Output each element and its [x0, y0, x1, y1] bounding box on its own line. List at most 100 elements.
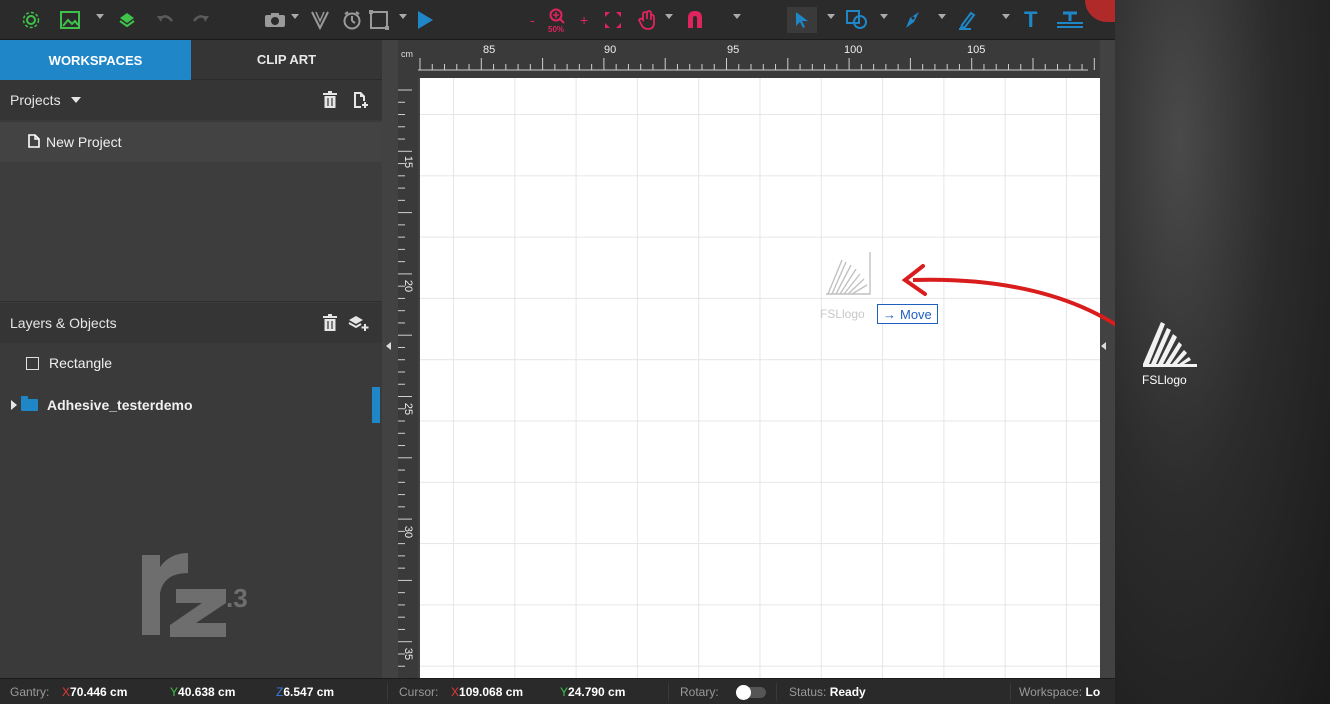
- chevron-down-icon[interactable]: [70, 97, 81, 103]
- divider: [776, 683, 777, 701]
- workspace-label: Workspace:: [1019, 685, 1083, 699]
- folder-icon: [21, 396, 38, 411]
- layers-stack-icon[interactable]: [118, 7, 136, 33]
- ruler-label: 15: [402, 155, 415, 169]
- pen-dropdown-caret[interactable]: [938, 14, 946, 19]
- draw-dropdown-caret[interactable]: [1002, 14, 1010, 19]
- cursor-x-label: X: [451, 685, 460, 699]
- gantry-z: Z6.547 cm: [276, 685, 334, 699]
- workspace-value: Lo: [1085, 685, 1101, 699]
- select-dropdown-caret[interactable]: [827, 14, 835, 19]
- projects-header[interactable]: Projects: [0, 80, 382, 120]
- project-item[interactable]: New Project: [0, 122, 382, 162]
- timer-icon[interactable]: [342, 7, 362, 33]
- fsl-logo-ghost: [820, 250, 876, 303]
- layer-group-item[interactable]: Adhesive_testerdemo: [0, 385, 382, 425]
- rotary-toggle[interactable]: [736, 685, 766, 700]
- ruler-label: 20: [402, 279, 415, 293]
- cursor-x: X109.068 cm: [451, 685, 523, 699]
- divider: [1010, 683, 1011, 701]
- expand-arrow-icon[interactable]: [11, 400, 17, 410]
- divider: [387, 683, 388, 701]
- design-canvas[interactable]: [420, 78, 1100, 678]
- gantry-x: X70.446 cm: [62, 685, 127, 699]
- pen-tool-icon[interactable]: [902, 7, 922, 33]
- desktop-icon-label: FSLlogo: [1142, 373, 1187, 387]
- cursor-y-label: Y: [560, 685, 569, 699]
- projects-list-area: [0, 162, 382, 302]
- ruler-label: 85: [483, 44, 496, 56]
- undo-icon[interactable]: [156, 7, 174, 33]
- image-icon[interactable]: [60, 7, 80, 33]
- cursor-y: Y24.790 cm: [560, 685, 625, 699]
- layer-item[interactable]: Rectangle: [0, 343, 382, 383]
- fit-screen-icon[interactable]: [603, 7, 623, 33]
- pan-hand-icon[interactable]: [638, 7, 656, 33]
- vectorize-icon[interactable]: [310, 7, 330, 33]
- layer-item-label: Rectangle: [49, 355, 113, 371]
- ruler-label: 30: [402, 525, 415, 539]
- ruler-label: 90: [604, 44, 617, 56]
- tab-clip-art[interactable]: CLIP ART: [191, 40, 382, 80]
- ruler-horizontal: 85 90 95 100 105: [398, 40, 1100, 78]
- shapes-icon[interactable]: [845, 7, 869, 33]
- gantry-x-label: X: [62, 685, 71, 699]
- settings-icon[interactable]: [22, 7, 40, 33]
- drag-ghost-label: FSLlogo: [820, 307, 865, 321]
- move-tooltip-label: Move: [900, 306, 932, 322]
- ruler-label: 25: [402, 402, 415, 416]
- camera-icon[interactable]: [264, 7, 286, 33]
- project-item-label: New Project: [46, 134, 122, 150]
- trash-icon[interactable]: [322, 314, 338, 335]
- zoom-out-icon[interactable]: -: [530, 7, 535, 33]
- ruler-vertical: 15 20 25 30 35: [398, 78, 418, 678]
- camera-dropdown-caret[interactable]: [291, 14, 299, 19]
- zoom-level: 50%: [548, 25, 565, 34]
- status-value: Ready: [829, 685, 866, 699]
- gantry-y-label: Y: [170, 685, 179, 699]
- arrow-right-icon: →: [883, 306, 896, 322]
- add-layer-icon[interactable]: [348, 314, 370, 335]
- status-bar: Gantry: X70.446 cm Y40.638 cm Z6.547 cm …: [0, 678, 1115, 704]
- document-icon: [28, 133, 40, 151]
- status-label: Status:: [789, 685, 827, 699]
- ruler-unit: cm: [398, 40, 418, 78]
- ruler-label: 95: [727, 44, 740, 56]
- redo-icon[interactable]: [192, 7, 210, 33]
- rotary-label: Rotary:: [680, 685, 719, 699]
- new-project-icon[interactable]: [352, 91, 368, 112]
- ruler-label: 100: [844, 44, 863, 56]
- fsl-logo-icon[interactable]: [1140, 320, 1200, 373]
- frame-dropdown-caret[interactable]: [399, 14, 407, 19]
- layer-checkbox[interactable]: [26, 356, 39, 370]
- layers-header-label: Layers & Objects: [10, 315, 117, 331]
- cursor-y-value: 24.790 cm: [568, 685, 626, 699]
- draw-pencil-icon[interactable]: [957, 7, 977, 33]
- tab-workspaces[interactable]: WORKSPACES: [0, 40, 191, 80]
- magnet-dropdown-caret[interactable]: [733, 14, 741, 19]
- select-cursor-icon[interactable]: [787, 7, 817, 33]
- pan-dropdown-caret[interactable]: [665, 14, 673, 19]
- gantry-x-value: 70.446 cm: [70, 685, 128, 699]
- left-panel: WORKSPACES CLIP ART Projects New Project…: [0, 40, 382, 678]
- trash-icon[interactable]: [322, 91, 338, 112]
- image-dropdown-caret[interactable]: [96, 14, 104, 19]
- magnet-icon[interactable]: [686, 7, 704, 33]
- gantry-y-value: 40.638 cm: [178, 685, 236, 699]
- play-icon[interactable]: [416, 7, 434, 33]
- workspace-info: Workspace: Lo: [1019, 685, 1100, 699]
- collapse-left-icon[interactable]: [386, 342, 391, 350]
- text-tool-icon[interactable]: T: [1024, 7, 1037, 33]
- text-path-icon[interactable]: [1055, 7, 1085, 33]
- layer-group-label: Adhesive_testerdemo: [47, 397, 193, 413]
- zoom-in-icon[interactable]: +: [580, 7, 588, 33]
- frame-icon[interactable]: [368, 7, 390, 33]
- drag-arrow: [901, 264, 1137, 340]
- ruler-label: 105: [967, 44, 986, 56]
- svg-text:.3: .3: [226, 583, 248, 613]
- gantry-label: Gantry:: [10, 685, 50, 699]
- ruler-label: 35: [402, 647, 415, 661]
- gantry-y: Y40.638 cm: [170, 685, 235, 699]
- shapes-dropdown-caret[interactable]: [880, 14, 888, 19]
- canvas-area: 85 90 95 100 105 15 20 25 30 35 cm: [382, 40, 1115, 678]
